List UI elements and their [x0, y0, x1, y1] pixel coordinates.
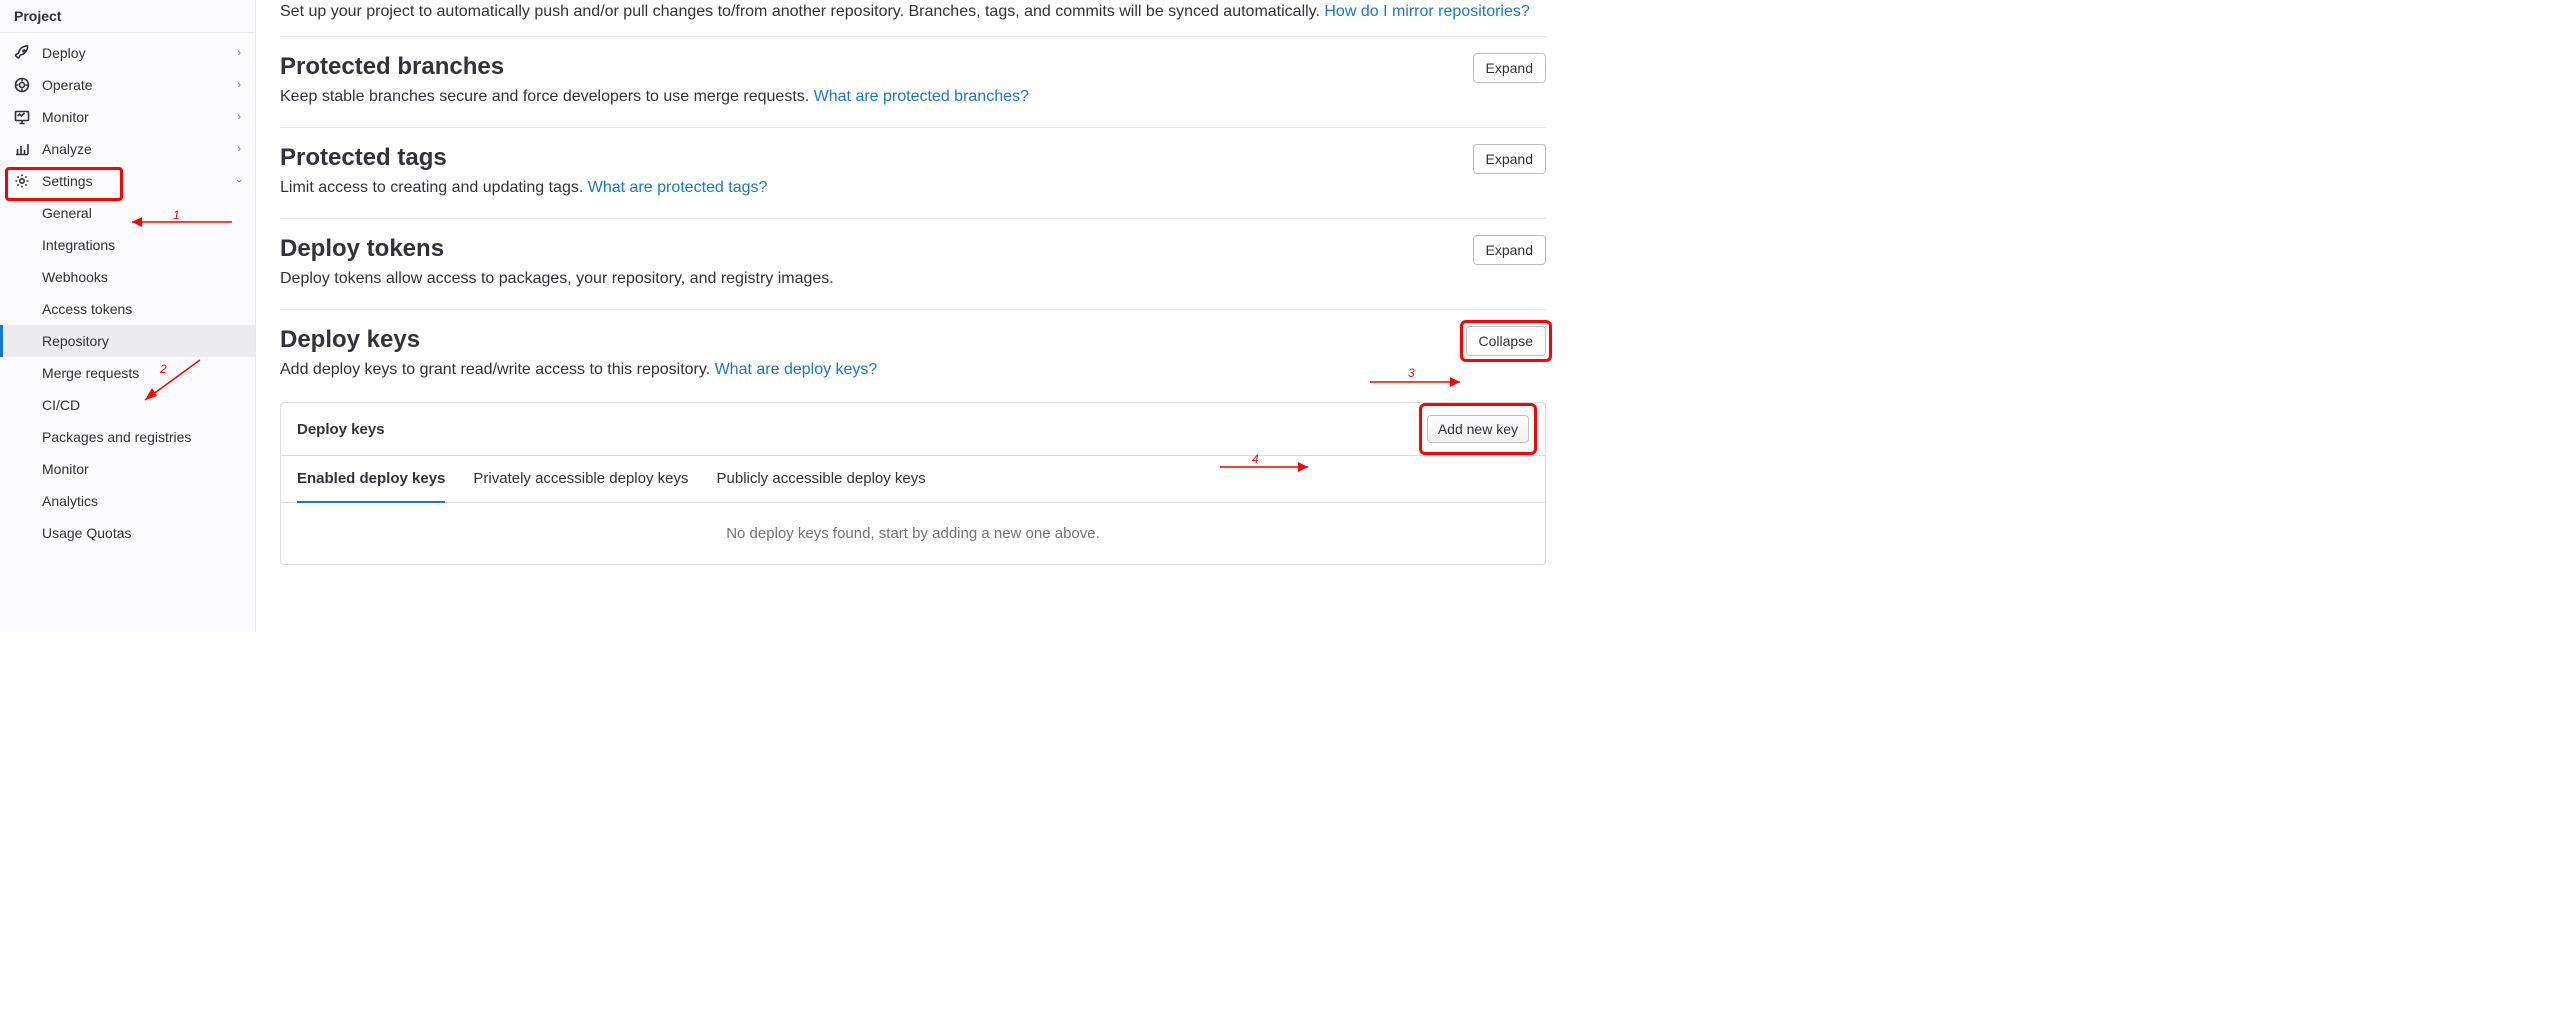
deploy-keys-panel: Deploy keys Add new key Enabled deploy k…	[280, 402, 1546, 565]
deploy-keys-empty-state: No deploy keys found, start by adding a …	[281, 503, 1545, 564]
mirror-help-link[interactable]: How do I mirror repositories?	[1324, 3, 1529, 20]
monitor-icon	[14, 109, 30, 125]
operate-icon	[14, 77, 30, 93]
sidebar-sub-cicd[interactable]: CI/CD	[0, 389, 255, 421]
tab-private-keys[interactable]: Privately accessible deploy keys	[473, 456, 688, 503]
main-content: Set up your project to automatically pus…	[256, 0, 1560, 632]
sidebar-sub-usage-quotas[interactable]: Usage Quotas	[0, 517, 255, 549]
section-title: Protected tags	[280, 144, 767, 172]
sidebar: Project Deploy › Operate ›	[0, 0, 256, 632]
chevron-right-icon: ›	[237, 79, 241, 91]
section-deploy-keys: Deploy keys Add deploy keys to grant rea…	[280, 309, 1546, 583]
sidebar-header: Project	[0, 0, 255, 33]
sidebar-sub-access-tokens[interactable]: Access tokens	[0, 293, 255, 325]
mirroring-intro: Set up your project to automatically pus…	[280, 0, 1546, 36]
sidebar-sub-merge-requests[interactable]: Merge requests	[0, 357, 255, 389]
tab-enabled-keys[interactable]: Enabled deploy keys	[297, 456, 445, 503]
sidebar-sub-monitor[interactable]: Monitor	[0, 453, 255, 485]
sidebar-item-label: Analyze	[42, 141, 92, 157]
sidebar-sub-integrations[interactable]: Integrations	[0, 229, 255, 261]
sidebar-item-label: Monitor	[42, 109, 89, 125]
deploy-keys-tabs: Enabled deploy keys Privately accessible…	[281, 456, 1545, 503]
sidebar-sub-packages[interactable]: Packages and registries	[0, 421, 255, 453]
section-desc-text: Limit access to creating and updating ta…	[280, 179, 588, 196]
rocket-icon	[14, 45, 30, 61]
analyze-icon	[14, 141, 30, 157]
expand-protected-branches-button[interactable]: Expand	[1473, 53, 1546, 83]
sidebar-sub-general[interactable]: General	[0, 197, 255, 229]
section-protected-tags: Protected tags Limit access to creating …	[280, 127, 1546, 218]
section-desc-text: Keep stable branches secure and force de…	[280, 88, 814, 105]
sidebar-item-label: Settings	[42, 173, 93, 189]
tab-public-keys[interactable]: Publicly accessible deploy keys	[717, 456, 926, 503]
protected-branches-link[interactable]: What are protected branches?	[814, 88, 1029, 105]
sidebar-item-analyze[interactable]: Analyze ›	[0, 133, 255, 165]
sidebar-item-deploy[interactable]: Deploy ›	[0, 37, 255, 69]
sidebar-sub-webhooks[interactable]: Webhooks	[0, 261, 255, 293]
expand-protected-tags-button[interactable]: Expand	[1473, 144, 1546, 174]
section-title: Deploy tokens	[280, 235, 834, 263]
expand-deploy-tokens-button[interactable]: Expand	[1473, 235, 1546, 265]
section-title: Protected branches	[280, 53, 1029, 81]
panel-title: Deploy keys	[297, 421, 385, 438]
section-desc-text: Add deploy keys to grant read/write acce…	[280, 361, 715, 378]
sidebar-sub-repository[interactable]: Repository	[0, 325, 255, 357]
sidebar-item-label: Operate	[42, 77, 93, 93]
chevron-right-icon: ›	[237, 47, 241, 59]
annotation-highlight-add-key	[1419, 403, 1537, 455]
sidebar-item-settings[interactable]: Settings ›	[0, 165, 255, 197]
chevron-down-icon: ›	[233, 179, 245, 183]
chevron-right-icon: ›	[237, 143, 241, 155]
sidebar-item-monitor[interactable]: Monitor ›	[0, 101, 255, 133]
sidebar-sub-analytics[interactable]: Analytics	[0, 485, 255, 517]
sidebar-item-operate[interactable]: Operate ›	[0, 69, 255, 101]
section-title: Deploy keys	[280, 326, 877, 354]
section-protected-branches: Protected branches Keep stable branches …	[280, 36, 1546, 127]
sidebar-item-label: Deploy	[42, 45, 86, 61]
section-desc-text: Deploy tokens allow access to packages, …	[280, 267, 834, 291]
chevron-right-icon: ›	[237, 111, 241, 123]
protected-tags-link[interactable]: What are protected tags?	[588, 179, 768, 196]
section-deploy-tokens: Deploy tokens Deploy tokens allow access…	[280, 218, 1546, 309]
annotation-highlight-collapse	[1460, 320, 1552, 362]
deploy-keys-link[interactable]: What are deploy keys?	[715, 361, 878, 378]
gear-icon	[14, 173, 30, 189]
